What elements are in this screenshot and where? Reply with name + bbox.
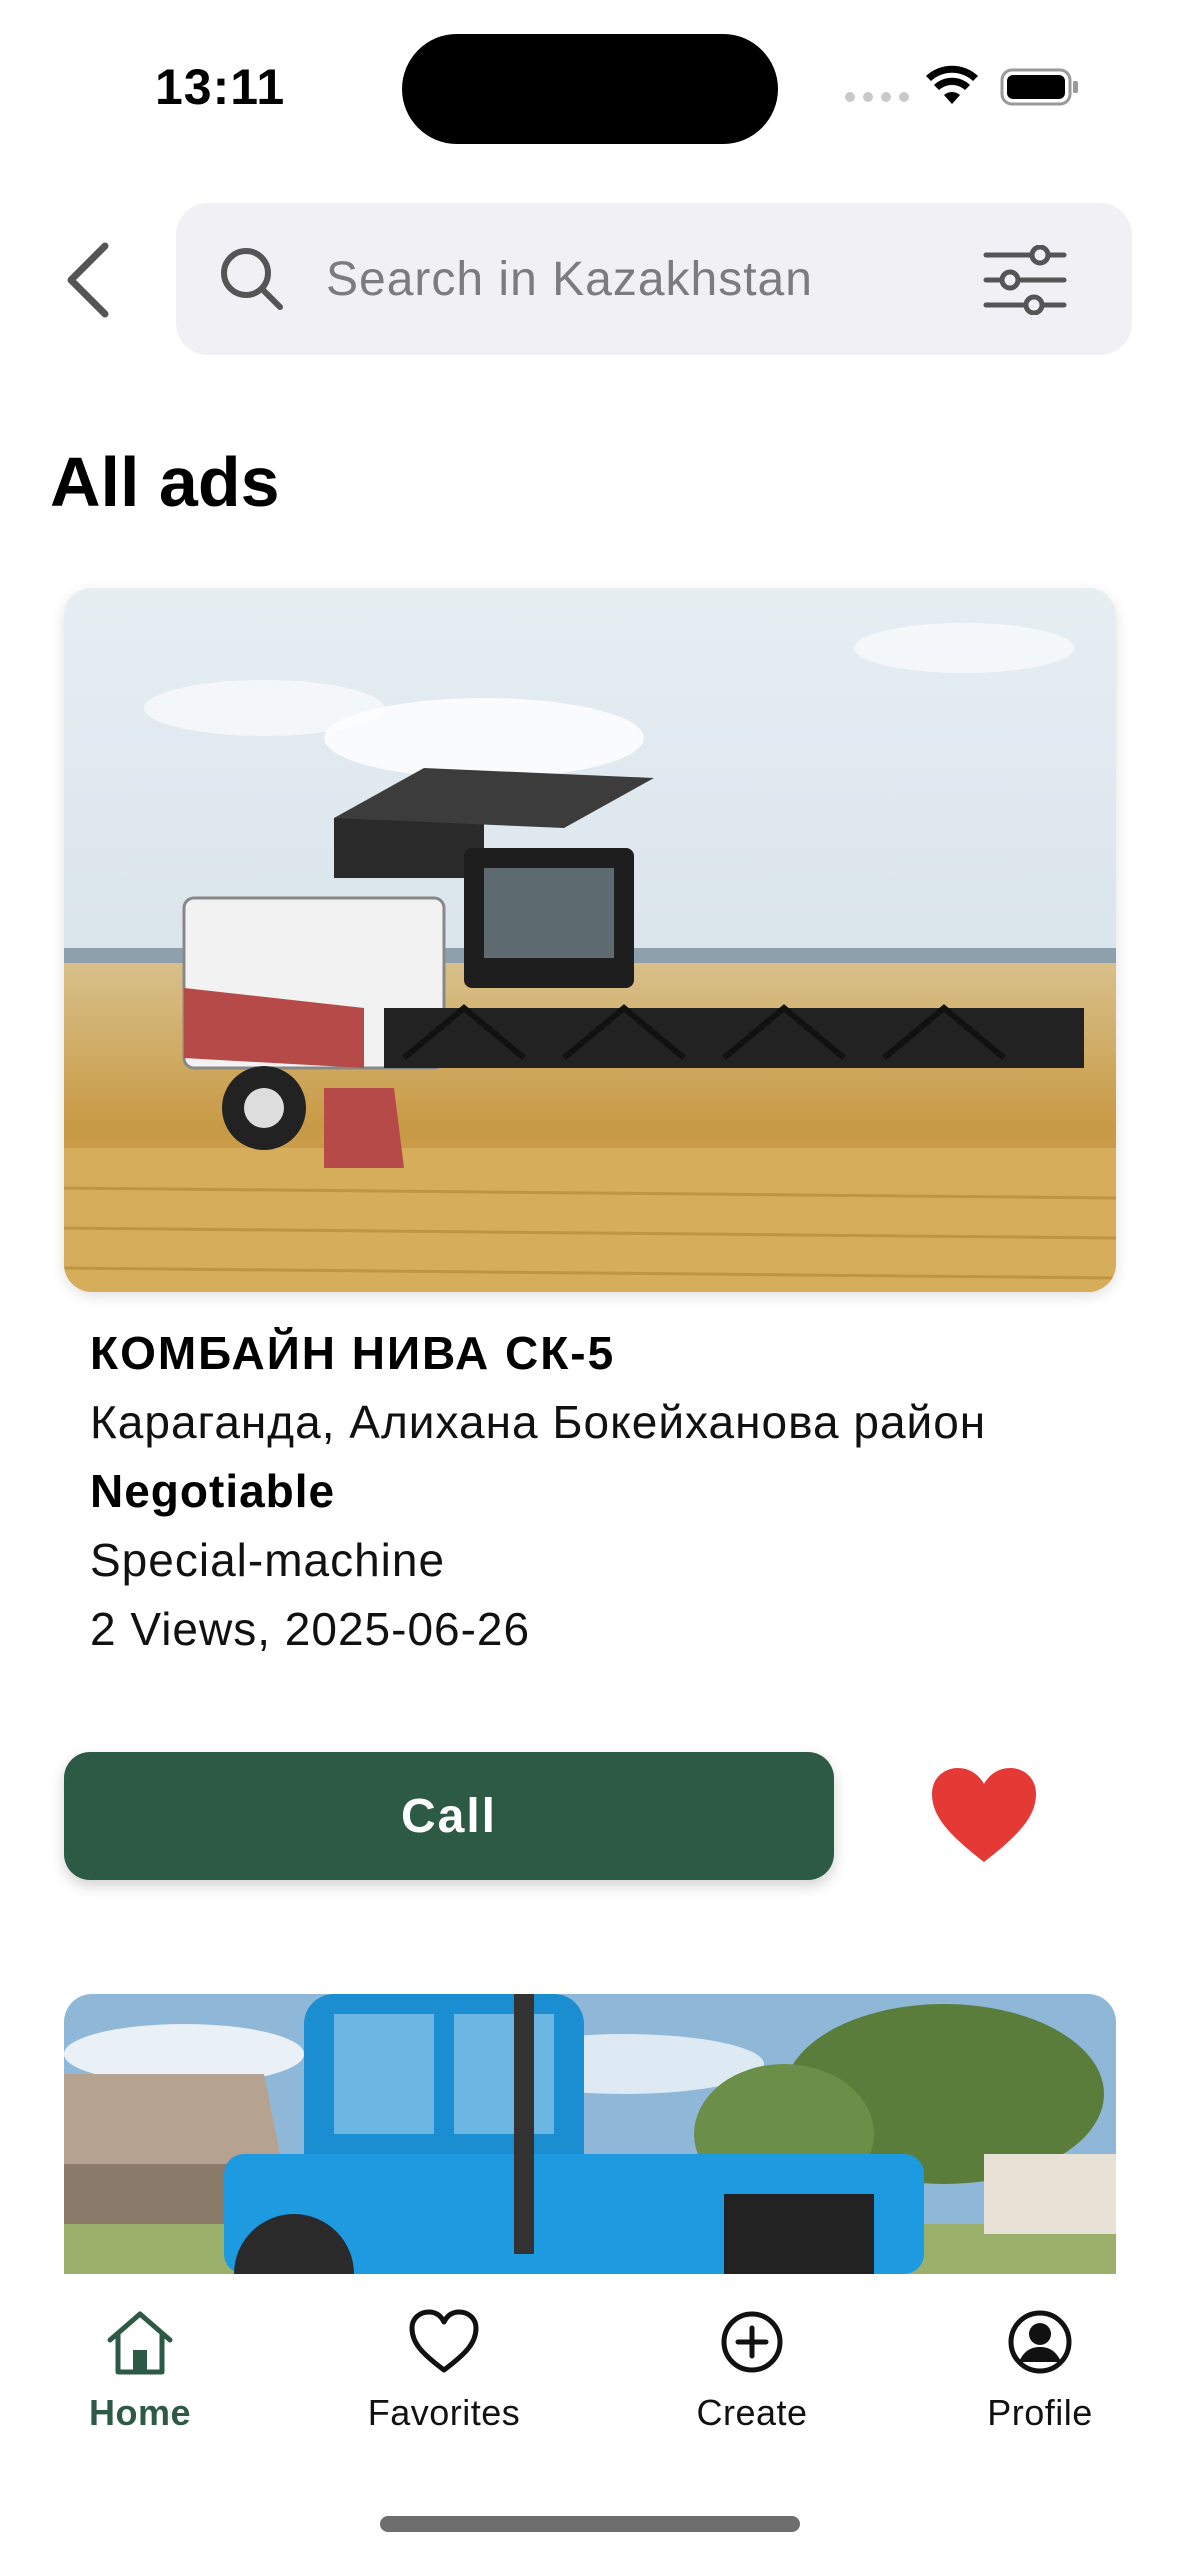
home-indicator[interactable] bbox=[380, 2516, 800, 2532]
search-bar[interactable] bbox=[176, 203, 1132, 355]
tractor-image bbox=[64, 1994, 1116, 2274]
nav-label: Create bbox=[696, 2392, 808, 2433]
ad-card[interactable]: КОМБАЙН НИВА СК-5 Караганда, Алихана Бок… bbox=[64, 588, 1116, 1655]
heart-filled-icon bbox=[932, 1768, 1036, 1862]
nav-label: Profile bbox=[987, 2392, 1093, 2433]
nav-label: Home bbox=[88, 2392, 192, 2433]
home-icon bbox=[107, 2311, 173, 2375]
ad-image[interactable] bbox=[64, 588, 1116, 1292]
wifi-icon bbox=[926, 65, 978, 104]
favorite-button[interactable] bbox=[928, 1764, 1040, 1868]
status-time: 13:11 bbox=[155, 59, 286, 115]
ad-details: КОМБАЙН НИВА СК-5 Караганда, Алихана Бок… bbox=[90, 1318, 1090, 1664]
back-button[interactable] bbox=[58, 238, 118, 322]
battery-icon bbox=[1000, 68, 1078, 106]
combine-harvester-image bbox=[64, 588, 1116, 1292]
nav-create[interactable]: Create bbox=[642, 2304, 862, 2454]
nav-label: Favorites bbox=[367, 2392, 521, 2433]
ad-location: Караганда, Алихана Бокейханова район bbox=[90, 1396, 987, 1448]
ad-title: КОМБАЙН НИВА СК-5 bbox=[90, 1327, 616, 1379]
page-title: All ads bbox=[50, 443, 280, 521]
user-circle-icon bbox=[1008, 2310, 1072, 2374]
nav-home[interactable]: Home bbox=[30, 2304, 250, 2454]
plus-circle-icon bbox=[721, 2311, 783, 2373]
ad-meta: 2 Views, 2025-06-26 bbox=[90, 1603, 531, 1655]
nav-profile[interactable]: Profile bbox=[930, 2304, 1150, 2454]
chevron-left-icon bbox=[67, 242, 109, 318]
search-icon bbox=[221, 248, 283, 310]
dynamic-island bbox=[402, 34, 778, 144]
heart-icon bbox=[409, 2309, 479, 2373]
status-bar: 13:11 bbox=[0, 0, 1179, 170]
ad-category: Special-machine bbox=[90, 1534, 446, 1586]
bottom-nav: Home Favorites Create Profile bbox=[0, 2274, 1179, 2556]
cellular-signal-icon bbox=[845, 92, 909, 102]
call-button[interactable]: Call bbox=[64, 1752, 834, 1880]
ad-card[interactable] bbox=[64, 1994, 1116, 2274]
search-input[interactable] bbox=[326, 243, 946, 315]
nav-favorites[interactable]: Favorites bbox=[334, 2304, 554, 2454]
ad-price: Negotiable bbox=[90, 1465, 336, 1517]
filter-icon[interactable] bbox=[982, 245, 1068, 315]
